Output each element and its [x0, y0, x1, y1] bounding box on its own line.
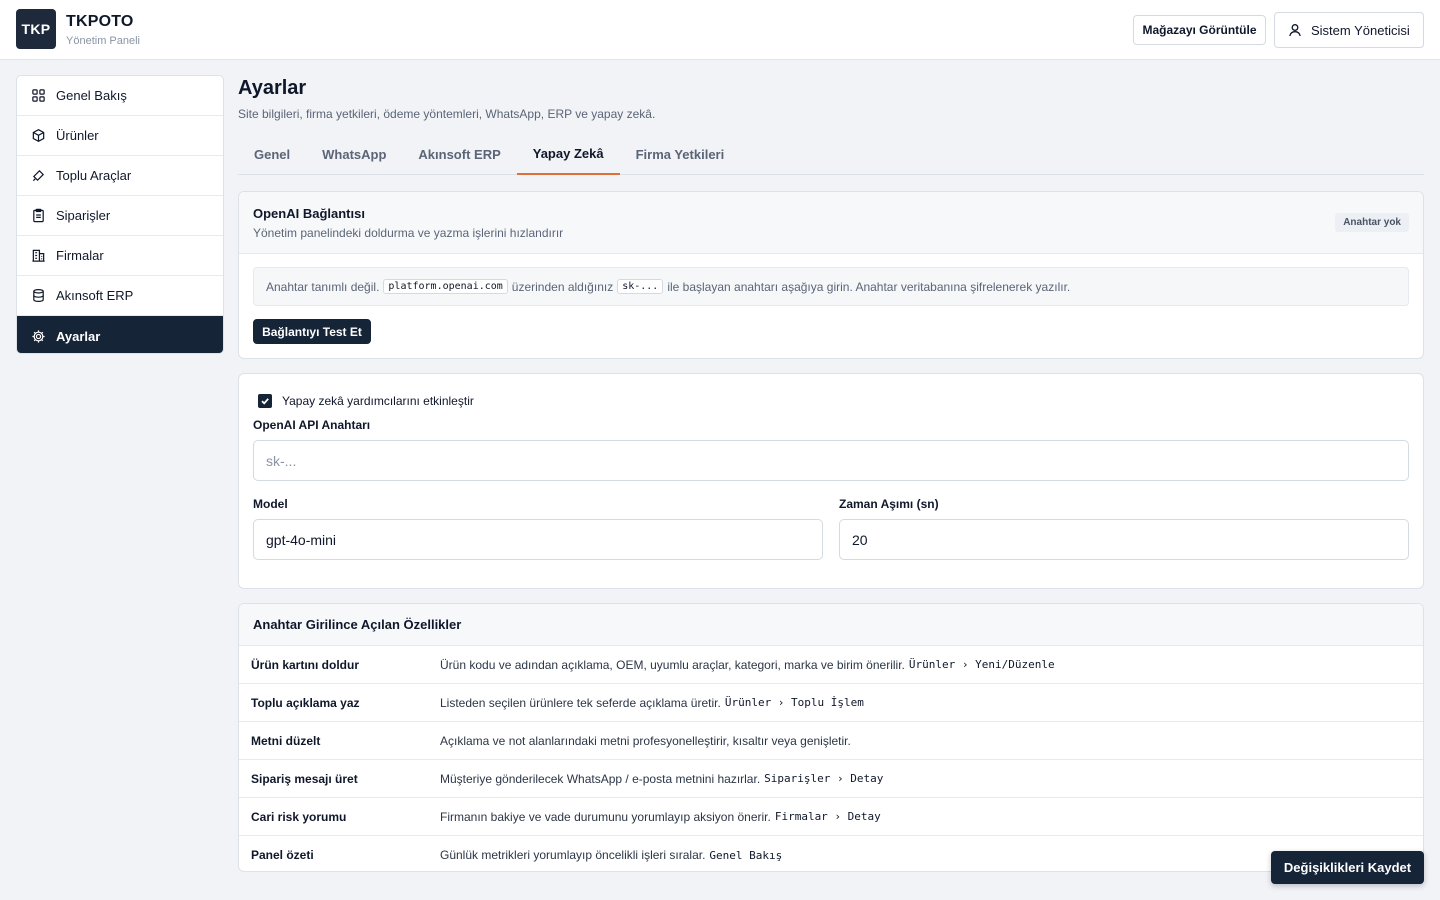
notice-text: ile başlayan anahtarı aşağıya girin. Ana…: [667, 279, 1071, 294]
feature-name: Toplu açıklama yaz: [251, 695, 360, 710]
feature-path: Ürünler › Yeni/Düzenle: [908, 658, 1055, 671]
sidebar-item-label: Toplu Araçlar: [56, 168, 132, 183]
brand-title: TKPOTO: [66, 13, 134, 30]
tab-akinsoft-erp[interactable]: Akınsoft ERP: [402, 134, 516, 175]
check-icon: [261, 398, 269, 405]
api-key-label: OpenAI API Anahtarı: [253, 418, 371, 432]
key-notice: Anahtar tanımlı değil. platform.openai.c…: [253, 267, 1409, 306]
feature-desc: Müşteriye gönderilecek WhatsApp / e-post…: [440, 771, 761, 786]
notice-code-url: platform.openai.com: [383, 279, 508, 294]
sidebar-item-erp[interactable]: Akınsoft ERP: [17, 276, 223, 316]
feature-desc: Günlük metrikleri yorumlayıp öncelikli i…: [440, 848, 706, 862]
tab-whatsapp[interactable]: WhatsApp: [306, 134, 402, 175]
notice-code-key-prefix: sk-...: [617, 279, 664, 294]
sidebar-item-orders[interactable]: Siparişler: [17, 196, 223, 236]
card-title: OpenAI Bağlantısı: [253, 206, 365, 221]
feature-name: Ürün kartını doldur: [251, 657, 359, 672]
sidebar-item-products[interactable]: Ürünler: [17, 116, 223, 156]
sidebar-item-label: Ayarlar: [56, 328, 101, 344]
view-store-button[interactable]: Mağazayı Görüntüle: [1133, 15, 1266, 45]
feature-desc: Ürün kodu ve adından açıklama, OEM, uyum…: [440, 657, 905, 672]
model-input[interactable]: [253, 519, 823, 560]
notice-text: Anahtar tanımlı değil.: [266, 279, 380, 294]
user-name: Sistem Yöneticisi: [1311, 22, 1410, 38]
enable-ai-label: Yapay zekâ yardımcılarını etkinleştir: [282, 394, 474, 408]
grid-icon: [32, 89, 45, 102]
sidebar-item-settings[interactable]: Ayarlar: [17, 316, 223, 353]
top-header: TKP TKPOTO Yönetim Paneli Mağazayı Görün…: [0, 0, 1440, 60]
sidebar-item-label: Akınsoft ERP: [56, 288, 134, 303]
ai-settings-card: Yapay zekâ yardımcılarını etkinleştir Op…: [238, 373, 1424, 589]
features-title: Anahtar Girilince Açılan Özellikler: [239, 604, 1423, 646]
logo[interactable]: TKP: [16, 9, 56, 49]
feature-path: Genel Bakış: [709, 848, 783, 862]
feature-desc: Listeden seçilen ürünlere tek seferde aç…: [440, 695, 721, 710]
tag-icon: [32, 169, 45, 182]
feature-name: Metni düzelt: [251, 733, 321, 748]
feature-name: Panel özeti: [251, 848, 314, 862]
database-icon: [33, 288, 44, 303]
feature-path: Siparişler › Detay: [764, 772, 884, 785]
box-icon: [32, 128, 45, 143]
clipboard-icon: [33, 208, 44, 223]
card-description: Yönetim panelindeki doldurma ve yazma iş…: [253, 226, 564, 240]
sidebar-item-label: Siparişler: [56, 208, 111, 223]
feature-desc: Açıklama ve not alanlarındaki metni prof…: [440, 733, 851, 748]
page-subtitle: Site bilgileri, firma yetkileri, ödeme y…: [238, 107, 656, 121]
building-icon: [32, 249, 45, 262]
table-row: Cari risk yorumu Firmanın bakiye ve vade…: [239, 798, 1423, 836]
features-card: Anahtar Girilince Açılan Özellikler Ürün…: [238, 603, 1424, 872]
brand-subtitle: Yönetim Paneli: [66, 35, 140, 47]
sidebar-item-label: Firmalar: [56, 248, 104, 263]
settings-tabs: Genel WhatsApp Akınsoft ERP Yapay Zekâ F…: [238, 134, 1424, 175]
gear-icon: [32, 329, 45, 343]
sidebar-item-label: Ürünler: [56, 128, 99, 143]
feature-name: Cari risk yorumu: [251, 809, 347, 824]
sidebar-item-bulk-tools[interactable]: Toplu Araçlar: [17, 156, 223, 196]
model-label: Model: [253, 497, 288, 511]
card-header: OpenAI Bağlantısı Yönetim panelindeki do…: [239, 192, 1423, 254]
feature-path: Ürünler › Toplu İşlem: [724, 696, 864, 709]
status-badge: Anahtar yok: [1335, 213, 1409, 232]
tab-general[interactable]: Genel: [238, 134, 306, 175]
enable-ai-checkbox[interactable]: [258, 394, 272, 408]
table-row: Ürün kartını doldur Ürün kodu ve adından…: [239, 646, 1423, 684]
test-connection-button[interactable]: Bağlantıyı Test Et: [253, 319, 371, 344]
feature-desc: Firmanın bakiye ve vade durumunu yorumla…: [440, 809, 771, 824]
timeout-input[interactable]: [839, 519, 1409, 560]
page-title: Ayarlar: [238, 77, 307, 99]
user-menu-button[interactable]: Sistem Yöneticisi: [1274, 12, 1424, 48]
tab-ai[interactable]: Yapay Zekâ: [516, 134, 620, 175]
table-row: Metni düzelt Açıklama ve not alanlarında…: [239, 722, 1423, 760]
tab-company-permissions[interactable]: Firma Yetkileri: [620, 134, 741, 175]
save-changes-button[interactable]: Değişiklikleri Kaydet: [1271, 851, 1424, 884]
sidebar: Genel Bakış Ürünler Toplu Araçlar Sipari…: [16, 75, 224, 354]
timeout-label: Zaman Aşımı (sn): [839, 497, 939, 511]
table-row: Panel özeti Günlük metrikleri yorumlayıp…: [239, 836, 1423, 871]
feature-name: Sipariş mesajı üret: [251, 771, 358, 786]
user-icon: [1289, 24, 1301, 37]
sidebar-item-overview[interactable]: Genel Bakış: [17, 76, 223, 116]
openai-connection-card: OpenAI Bağlantısı Yönetim panelindeki do…: [238, 191, 1424, 359]
feature-path: Firmalar › Detay: [774, 810, 881, 823]
sidebar-item-label: Genel Bakış: [56, 88, 127, 103]
api-key-input[interactable]: [253, 440, 1409, 481]
table-row: Toplu açıklama yaz Listeden seçilen ürün…: [239, 684, 1423, 722]
notice-text: üzerinden aldığınız: [511, 279, 614, 294]
enable-ai-checkbox-row[interactable]: Yapay zekâ yardımcılarını etkinleştir: [258, 394, 474, 408]
sidebar-item-companies[interactable]: Firmalar: [17, 236, 223, 276]
table-row: Sipariş mesajı üret Müşteriye gönderilec…: [239, 760, 1423, 798]
